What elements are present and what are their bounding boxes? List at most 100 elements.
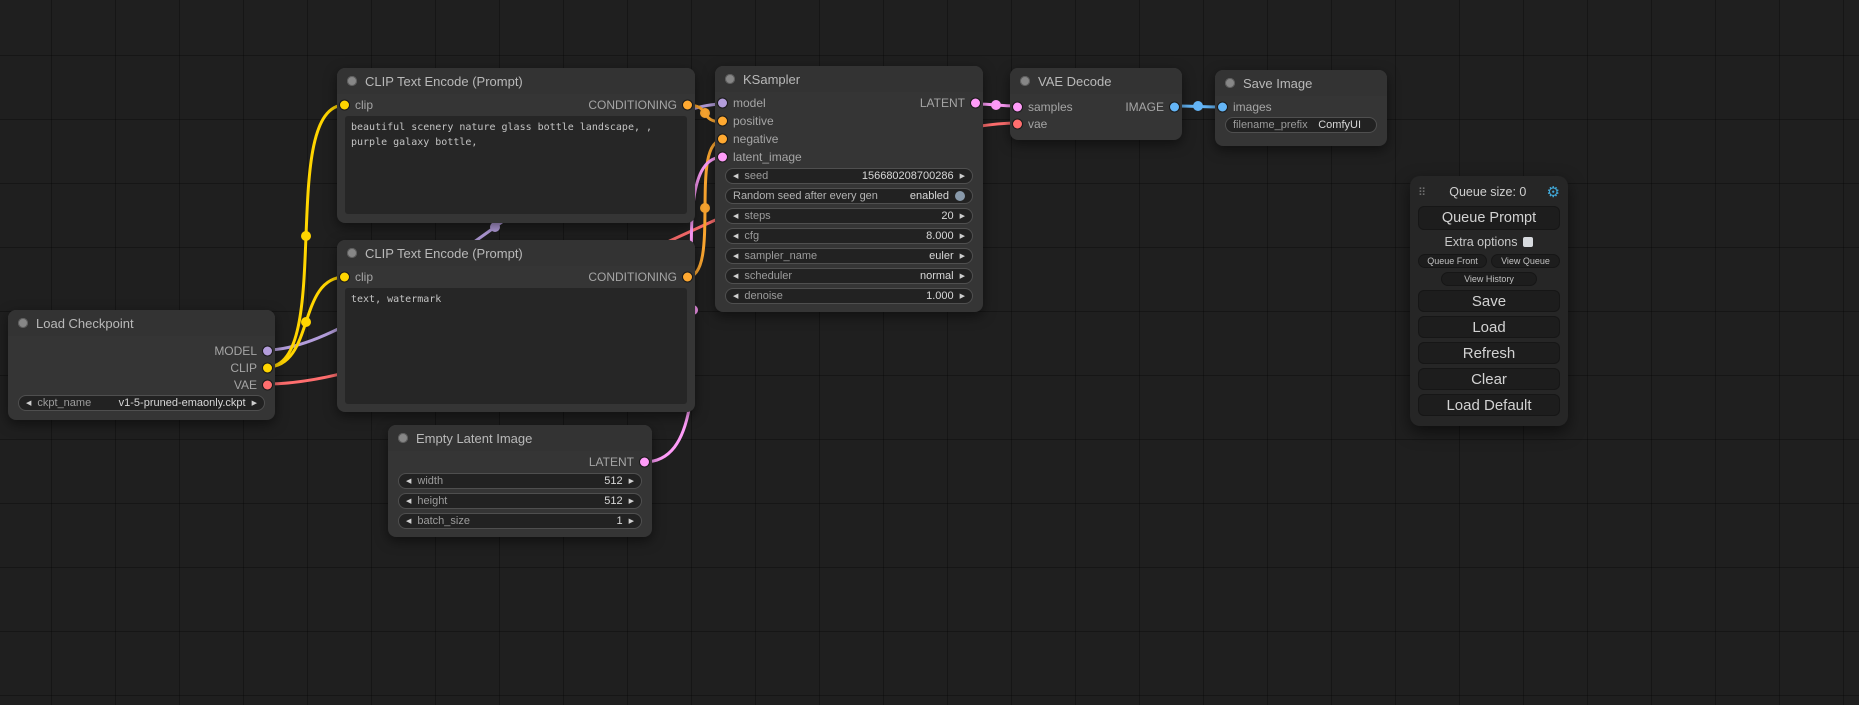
collapse-dot-icon[interactable] — [18, 318, 28, 328]
decrement-arrow-icon[interactable]: ◀ — [733, 293, 738, 300]
widget-scheduler[interactable]: ◀ scheduler normal ▶ — [725, 268, 973, 284]
node-title: Save Image — [1243, 76, 1312, 91]
widget-sampler-name[interactable]: ◀ sampler_name euler ▶ — [725, 248, 973, 264]
widget-steps[interactable]: ◀ steps 20 ▶ — [725, 208, 973, 224]
widget-denoise[interactable]: ◀ denoise 1.000 ▶ — [725, 288, 973, 304]
history-row: View History — [1418, 272, 1560, 286]
widget-label: scheduler — [744, 270, 792, 282]
collapse-dot-icon[interactable] — [1225, 78, 1235, 88]
increment-arrow-icon[interactable]: ▶ — [629, 478, 634, 485]
node-graph-canvas[interactable]: Load Checkpoint MODEL CLIP VAE ◀ ckpt_na… — [0, 0, 1859, 705]
input-slot-model[interactable] — [718, 99, 727, 108]
wire-midpoint-dot-latent-out — [991, 100, 1001, 110]
input-slot-clip[interactable] — [340, 101, 349, 110]
widget-height[interactable]: ◀ height 512 ▶ — [398, 493, 642, 509]
widget-filename-prefix[interactable]: filename_prefix ComfyUI — [1225, 117, 1377, 133]
positive-prompt-textarea[interactable]: beautiful scenery nature glass bottle la… — [345, 116, 687, 214]
widget-cfg[interactable]: ◀ cfg 8.000 ▶ — [725, 228, 973, 244]
output-slot-conditioning[interactable] — [683, 273, 692, 282]
decrement-arrow-icon[interactable]: ◀ — [733, 173, 738, 180]
widget-ckpt-name[interactable]: ◀ ckpt_name v1-5-pruned-emaonly.ckpt ▶ — [18, 395, 265, 411]
input-slot-samples[interactable] — [1013, 102, 1022, 111]
input-slot-negative[interactable] — [718, 135, 727, 144]
input-slot-images[interactable] — [1218, 103, 1227, 112]
decrement-arrow-icon[interactable]: ◀ — [406, 478, 411, 485]
collapse-dot-icon[interactable] — [398, 433, 408, 443]
collapse-dot-icon[interactable] — [725, 74, 735, 84]
widget-seed[interactable]: ◀ seed 156680208700286 ▶ — [725, 168, 973, 184]
load-default-button[interactable]: Load Default — [1418, 394, 1560, 416]
queue-actions-row: Queue Front View Queue — [1418, 254, 1560, 268]
increment-arrow-icon[interactable]: ▶ — [960, 213, 965, 220]
next-option-arrow-icon[interactable]: ▶ — [960, 253, 965, 260]
node-clip-negative-titlebar[interactable]: CLIP Text Encode (Prompt) — [337, 240, 695, 266]
decrement-arrow-icon[interactable]: ◀ — [733, 213, 738, 220]
output-slot-conditioning[interactable] — [683, 101, 692, 110]
increment-arrow-icon[interactable]: ▶ — [629, 498, 634, 505]
prev-option-arrow-icon[interactable]: ◀ — [26, 400, 31, 407]
collapse-dot-icon[interactable] — [347, 248, 357, 258]
collapse-dot-icon[interactable] — [1020, 76, 1030, 86]
widget-random-seed-toggle[interactable]: Random seed after every gen enabled — [725, 188, 973, 204]
input-slot-vae[interactable] — [1013, 119, 1022, 128]
next-option-arrow-icon[interactable]: ▶ — [960, 273, 965, 280]
widget-value: 512 — [604, 495, 622, 507]
node-title: CLIP Text Encode (Prompt) — [365, 246, 523, 261]
output-slot-clip[interactable] — [263, 363, 272, 372]
increment-arrow-icon[interactable]: ▶ — [960, 233, 965, 240]
node-vae-decode-titlebar[interactable]: VAE Decode — [1010, 68, 1182, 94]
decrement-arrow-icon[interactable]: ◀ — [406, 518, 411, 525]
node-load-checkpoint-titlebar[interactable]: Load Checkpoint — [8, 310, 275, 336]
queue-front-button[interactable]: Queue Front — [1418, 254, 1487, 268]
widget-width[interactable]: ◀ width 512 ▶ — [398, 473, 642, 489]
node-ksampler-titlebar[interactable]: KSampler — [715, 66, 983, 92]
refresh-button[interactable]: Refresh — [1418, 342, 1560, 364]
decrement-arrow-icon[interactable]: ◀ — [406, 498, 411, 505]
view-queue-button[interactable]: View Queue — [1491, 254, 1560, 268]
output-slot-latent[interactable] — [640, 458, 649, 467]
queue-menu-panel: ⠿ Queue size: 0 ⚙ Queue Prompt Extra opt… — [1410, 176, 1568, 426]
input-slot-clip[interactable] — [340, 273, 349, 282]
wire-clip-to-positive — [267, 105, 345, 367]
queue-prompt-button[interactable]: Queue Prompt — [1418, 206, 1560, 230]
extra-options-checkbox[interactable] — [1523, 237, 1533, 247]
collapse-dot-icon[interactable] — [347, 76, 357, 86]
view-history-button[interactable]: View History — [1441, 272, 1537, 286]
node-title: Empty Latent Image — [416, 431, 532, 446]
toggle-on-dot[interactable] — [955, 191, 965, 201]
increment-arrow-icon[interactable]: ▶ — [960, 173, 965, 180]
increment-arrow-icon[interactable]: ▶ — [960, 293, 965, 300]
next-option-arrow-icon[interactable]: ▶ — [252, 400, 257, 407]
load-button[interactable]: Load — [1418, 316, 1560, 338]
input-label-positive: positive — [733, 114, 774, 128]
node-empty-latent-titlebar[interactable]: Empty Latent Image — [388, 425, 652, 451]
node-save-image-titlebar[interactable]: Save Image — [1215, 70, 1387, 96]
wire-midpoint-dot-cond-negative — [700, 203, 710, 213]
input-slot-positive[interactable] — [718, 117, 727, 126]
widget-label: denoise — [744, 290, 783, 302]
wire-midpoint-dot-model — [490, 222, 500, 232]
save-button[interactable]: Save — [1418, 290, 1560, 312]
node-clip-positive-titlebar[interactable]: CLIP Text Encode (Prompt) — [337, 68, 695, 94]
clear-button[interactable]: Clear — [1418, 368, 1560, 390]
input-label-negative: negative — [733, 132, 778, 146]
node-load-checkpoint: Load Checkpoint MODEL CLIP VAE ◀ ckpt_na… — [8, 310, 275, 420]
output-slot-vae[interactable] — [263, 380, 272, 389]
output-slot-image[interactable] — [1170, 102, 1179, 111]
node-save-image: Save Image images filename_prefix ComfyU… — [1215, 70, 1387, 146]
wire-midpoint-dot-cond-positive — [700, 108, 710, 118]
increment-arrow-icon[interactable]: ▶ — [629, 518, 634, 525]
decrement-arrow-icon[interactable]: ◀ — [733, 233, 738, 240]
prev-option-arrow-icon[interactable]: ◀ — [733, 273, 738, 280]
settings-gear-icon[interactable]: ⚙ — [1547, 183, 1560, 201]
output-slot-model[interactable] — [263, 346, 272, 355]
node-vae-decode: VAE Decode samples IMAGE vae — [1010, 68, 1182, 140]
widget-batch-size[interactable]: ◀ batch_size 1 ▶ — [398, 513, 642, 529]
output-label-model: MODEL — [214, 344, 257, 358]
negative-prompt-textarea[interactable]: text, watermark — [345, 288, 687, 404]
input-slot-latent-image[interactable] — [718, 153, 727, 162]
node-empty-latent-image: Empty Latent Image LATENT ◀ width 512 ▶ … — [388, 425, 652, 537]
drag-handle-icon[interactable]: ⠿ — [1418, 186, 1425, 199]
widget-value: 8.000 — [926, 230, 954, 242]
prev-option-arrow-icon[interactable]: ◀ — [733, 253, 738, 260]
